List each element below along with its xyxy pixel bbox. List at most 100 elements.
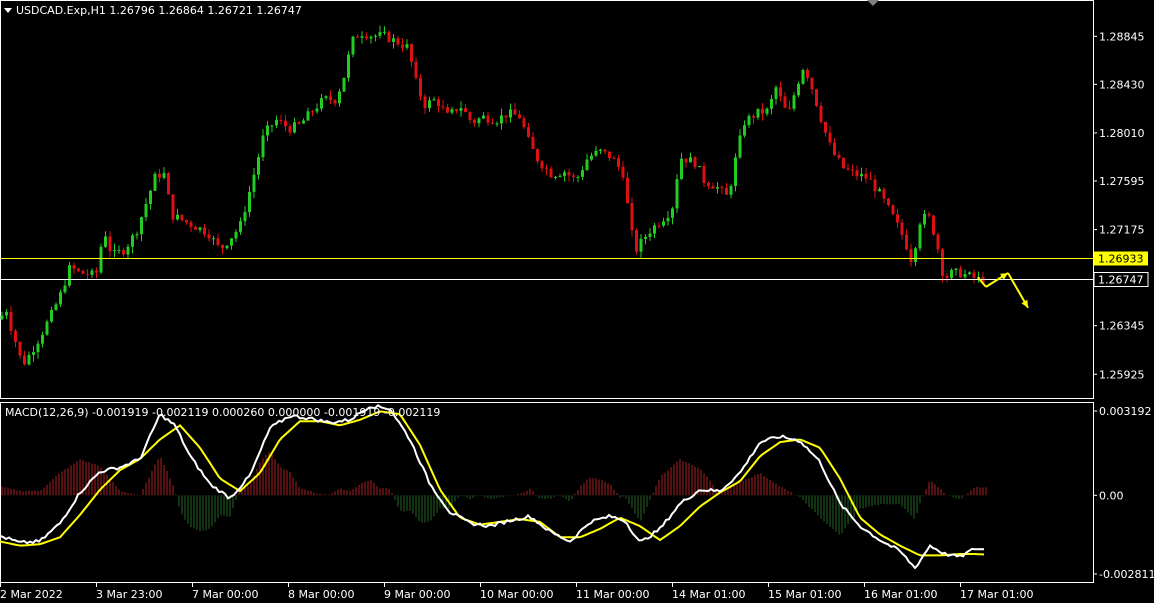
macd-lines <box>0 404 985 570</box>
candle <box>725 182 728 195</box>
candle <box>396 35 400 47</box>
forecast-arrows[interactable] <box>977 272 1029 309</box>
candle <box>419 73 422 101</box>
price-pane-frame <box>0 0 1094 399</box>
candle <box>189 220 193 233</box>
candle <box>770 95 773 115</box>
candle <box>963 269 967 281</box>
candle <box>441 99 445 111</box>
candle <box>23 350 26 366</box>
candle <box>113 243 116 258</box>
candle <box>837 151 841 160</box>
candle <box>563 170 566 182</box>
price-tick-label: 1.28845 <box>1099 30 1145 43</box>
time-tick-label: 2 Mar 2022 <box>0 588 63 601</box>
horizontal-lines[interactable]: 1.26933 1.26747 <box>1 251 1149 287</box>
candle <box>117 245 121 254</box>
candle <box>185 219 188 225</box>
candle <box>410 43 413 67</box>
symbol-info: USDCAD.Exp,H1 1.26796 1.26864 1.26721 1.… <box>16 4 302 17</box>
candle <box>216 233 220 247</box>
candle <box>689 152 692 163</box>
candle <box>198 226 202 233</box>
candle <box>846 163 850 171</box>
candle <box>594 145 598 157</box>
candle <box>648 228 652 241</box>
candle <box>27 351 31 366</box>
candle <box>954 268 958 276</box>
candle <box>369 35 373 44</box>
candle <box>221 244 224 255</box>
price-tick-label: 1.27595 <box>1099 175 1145 188</box>
candle <box>932 214 935 236</box>
symbol-menu-triangle-icon[interactable] <box>4 8 12 13</box>
candle <box>644 234 647 245</box>
price-tick-label: 1.27175 <box>1099 224 1145 237</box>
candle <box>176 208 179 221</box>
candle <box>864 167 868 184</box>
candle <box>99 243 103 275</box>
candle <box>828 125 832 146</box>
candle <box>680 152 683 180</box>
candle <box>900 218 904 240</box>
candle <box>18 341 22 359</box>
candle <box>167 171 170 195</box>
candle <box>230 238 233 250</box>
macd-tick-label: 0.00 <box>1099 489 1124 502</box>
candle <box>90 268 94 278</box>
candle <box>747 113 751 128</box>
candle <box>734 153 737 192</box>
candle <box>842 157 845 170</box>
candle <box>234 229 238 243</box>
horizontal-line-label: 1.26933 <box>1098 253 1144 266</box>
candle <box>149 189 152 210</box>
candle <box>248 185 251 217</box>
candle <box>729 183 733 199</box>
candle <box>527 122 530 138</box>
forecast-arrow[interactable] <box>1007 272 1029 309</box>
candle <box>414 57 418 81</box>
candle <box>707 181 710 190</box>
candle <box>684 158 688 168</box>
candle <box>743 120 746 138</box>
candle <box>675 174 679 213</box>
candle <box>567 168 571 182</box>
price-tick-label: 1.28010 <box>1099 127 1145 140</box>
candle <box>671 206 674 225</box>
chart-shift-marker-icon[interactable] <box>867 0 879 6</box>
candle <box>63 279 67 294</box>
candle <box>599 148 602 154</box>
candle <box>878 187 881 192</box>
candle <box>5 308 8 320</box>
macd-tick-label: 0.003192 <box>1099 405 1152 418</box>
candle <box>401 38 404 53</box>
candle <box>792 92 796 112</box>
candle <box>635 228 638 255</box>
candle <box>603 149 607 155</box>
candle <box>891 204 895 216</box>
trading-chart[interactable]: 1.26933 1.26747 1.28845 1.28430 1.28010 1.27… <box>0 0 1154 603</box>
macd-tick-label: -0.002811 <box>1099 568 1154 581</box>
candle <box>860 167 863 182</box>
candle <box>392 34 395 49</box>
candle <box>14 328 17 348</box>
candle <box>95 267 98 279</box>
candle <box>45 319 49 336</box>
candle <box>212 235 215 245</box>
candle <box>702 162 706 188</box>
candle <box>275 115 278 129</box>
candle <box>329 90 332 105</box>
time-tick-label: 11 Mar 00:00 <box>576 588 649 601</box>
candle <box>365 32 368 41</box>
candle <box>945 272 949 283</box>
candle <box>306 107 310 121</box>
candle <box>302 118 305 124</box>
candle <box>360 31 364 44</box>
candle <box>405 39 409 50</box>
candle <box>288 123 292 136</box>
candle <box>59 289 62 307</box>
candle <box>612 155 616 160</box>
candle <box>171 194 175 224</box>
candle <box>315 103 319 114</box>
candle <box>693 155 697 170</box>
